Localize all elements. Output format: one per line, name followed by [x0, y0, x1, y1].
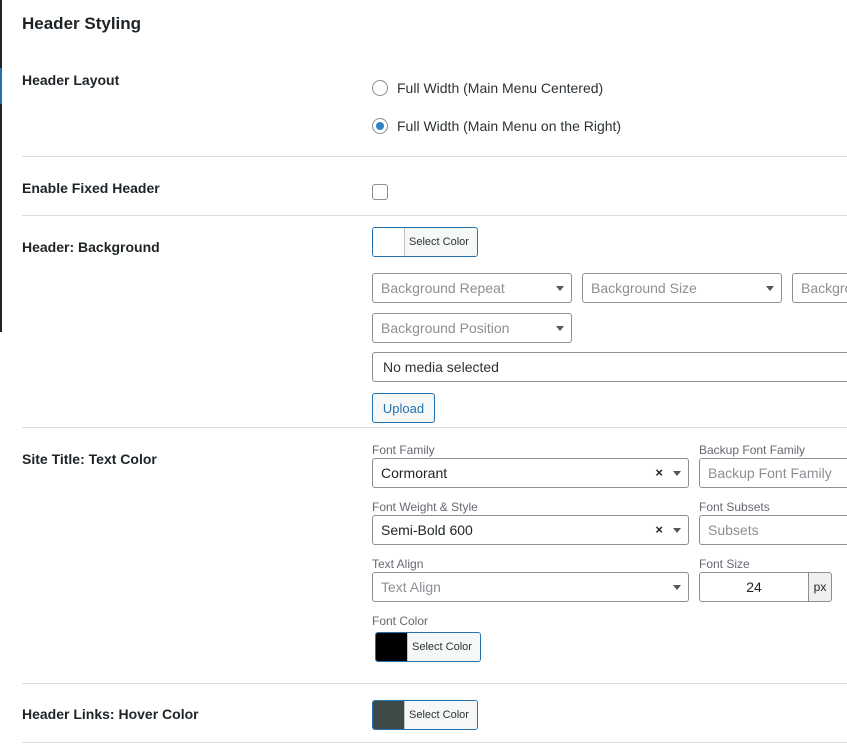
font-size-input[interactable]: 24: [699, 572, 809, 602]
font-size-unit: px: [808, 572, 832, 602]
backup-font-family-label: Backup Font Family: [699, 443, 806, 457]
chevron-down-icon: [556, 326, 564, 331]
backup-font-family-placeholder: Backup Font Family: [708, 465, 832, 481]
background-size-placeholder: Background Size: [591, 280, 697, 296]
divider: [22, 427, 847, 428]
fixed-header-label: Enable Fixed Header: [22, 180, 160, 196]
color-swatch: [373, 228, 405, 256]
media-status-text: No media selected: [383, 359, 499, 375]
font-subsets-placeholder: Subsets: [708, 522, 759, 538]
header-background-color-button[interactable]: Select Color: [372, 227, 478, 257]
radio-option-centered[interactable]: Full Width (Main Menu Centered): [372, 80, 603, 96]
font-subsets-select[interactable]: Subsets: [699, 515, 847, 545]
chevron-down-icon: [673, 585, 681, 590]
header-links-hover-color-button[interactable]: Select Color: [372, 700, 478, 730]
radio-right-label: Full Width (Main Menu on the Right): [397, 118, 622, 134]
fixed-header-checkbox[interactable]: [372, 184, 388, 200]
admin-sidebar-active-indicator: [0, 68, 2, 104]
select-color-label: Select Color: [405, 228, 477, 256]
font-family-select[interactable]: Cormorant ×: [372, 458, 689, 488]
page-title: Header Styling: [22, 14, 142, 33]
divider: [22, 683, 847, 684]
text-align-select[interactable]: Text Align: [372, 572, 689, 602]
chevron-down-icon: [673, 528, 681, 533]
font-weight-label: Font Weight & Style: [372, 500, 478, 514]
upload-button[interactable]: Upload: [372, 393, 435, 423]
font-color-label: Font Color: [372, 614, 429, 628]
clear-icon[interactable]: ×: [655, 465, 663, 480]
background-repeat-placeholder: Background Repeat: [381, 280, 505, 296]
header-background-label: Header: Background: [22, 239, 160, 255]
select-color-label: Select Color: [405, 701, 477, 729]
site-title-color-button[interactable]: Select Color: [375, 632, 481, 662]
background-repeat-select[interactable]: Background Repeat: [372, 273, 572, 303]
radio-centered-label: Full Width (Main Menu Centered): [397, 80, 604, 96]
header-links-hover-label: Header Links: Hover Color: [22, 706, 199, 722]
radio-centered[interactable]: [372, 80, 388, 96]
background-attachment-placeholder: Backgro: [801, 280, 847, 296]
site-title-label: Site Title: Text Color: [22, 451, 157, 467]
radio-option-right[interactable]: Full Width (Main Menu on the Right): [372, 118, 621, 134]
select-color-label: Select Color: [408, 633, 480, 661]
background-attachment-select[interactable]: Backgro: [792, 273, 847, 303]
color-swatch: [373, 701, 405, 729]
font-subsets-label: Font Subsets: [699, 500, 770, 514]
clear-icon[interactable]: ×: [655, 522, 663, 537]
divider: [22, 742, 847, 743]
chevron-down-icon: [673, 471, 681, 476]
header-layout-label: Header Layout: [22, 72, 120, 88]
radio-right[interactable]: [372, 118, 388, 134]
text-align-placeholder: Text Align: [381, 579, 441, 595]
divider: [22, 215, 847, 216]
chevron-down-icon: [556, 286, 564, 291]
media-field: No media selected: [372, 352, 847, 382]
font-weight-select[interactable]: Semi-Bold 600 ×: [372, 515, 689, 545]
divider: [22, 156, 847, 157]
text-align-label: Text Align: [372, 557, 424, 571]
font-size-label: Font Size: [699, 557, 750, 571]
font-family-label: Font Family: [372, 443, 435, 457]
background-position-placeholder: Background Position: [381, 320, 510, 336]
font-family-value: Cormorant: [381, 465, 448, 481]
admin-sidebar-edge: [0, 0, 2, 332]
color-swatch: [376, 633, 408, 661]
font-weight-value: Semi-Bold 600: [381, 522, 473, 538]
chevron-down-icon: [766, 286, 774, 291]
backup-font-family-input[interactable]: Backup Font Family: [699, 458, 847, 488]
background-position-select[interactable]: Background Position: [372, 313, 572, 343]
background-size-select[interactable]: Background Size: [582, 273, 782, 303]
